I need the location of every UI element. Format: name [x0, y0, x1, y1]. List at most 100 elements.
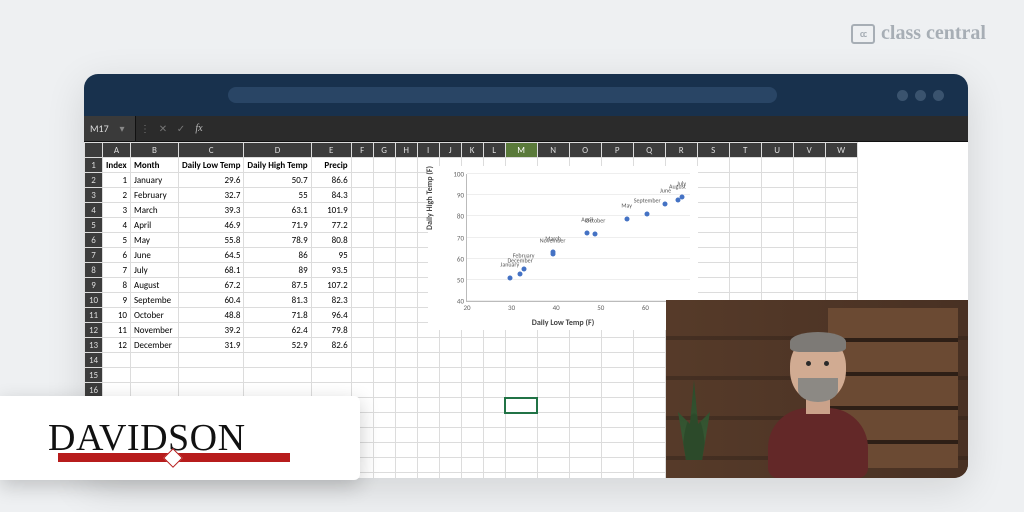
cell[interactable]: [395, 398, 417, 413]
cell[interactable]: [439, 368, 461, 383]
cell[interactable]: Daily Low Temp: [179, 158, 244, 173]
cell[interactable]: [439, 338, 461, 353]
cell[interactable]: 55: [244, 188, 311, 203]
cell[interactable]: [569, 443, 601, 458]
cell[interactable]: [417, 413, 439, 428]
cell[interactable]: [395, 383, 417, 398]
cell[interactable]: 86: [244, 248, 311, 263]
cell[interactable]: [569, 458, 601, 473]
cell[interactable]: [439, 473, 461, 479]
cell[interactable]: January: [131, 173, 179, 188]
cell[interactable]: [505, 338, 537, 353]
cell[interactable]: [461, 413, 483, 428]
cell[interactable]: [461, 458, 483, 473]
cell[interactable]: 79.8: [311, 323, 351, 338]
cell[interactable]: 71.8: [244, 308, 311, 323]
cell[interactable]: [439, 443, 461, 458]
cell[interactable]: [793, 278, 825, 293]
cell[interactable]: [373, 338, 395, 353]
cell[interactable]: [373, 473, 395, 479]
cell[interactable]: [417, 383, 439, 398]
cell[interactable]: [351, 338, 373, 353]
column-header[interactable]: T: [729, 143, 761, 158]
cell[interactable]: [417, 368, 439, 383]
cell[interactable]: [633, 368, 665, 383]
cell[interactable]: [483, 338, 505, 353]
cell[interactable]: [244, 368, 311, 383]
cell[interactable]: [825, 173, 857, 188]
cell[interactable]: [601, 368, 633, 383]
cell[interactable]: 82.3: [311, 293, 351, 308]
column-header[interactable]: W: [825, 143, 857, 158]
cell[interactable]: [729, 218, 761, 233]
cell[interactable]: [373, 263, 395, 278]
cell[interactable]: Month: [131, 158, 179, 173]
cell[interactable]: [633, 443, 665, 458]
cell[interactable]: [601, 383, 633, 398]
cell[interactable]: 63.1: [244, 203, 311, 218]
cell[interactable]: 29.6: [179, 173, 244, 188]
column-header[interactable]: U: [761, 143, 793, 158]
cell[interactable]: [351, 323, 373, 338]
row-header[interactable]: 15: [85, 368, 103, 383]
cell[interactable]: [103, 368, 131, 383]
cell[interactable]: [633, 428, 665, 443]
cell[interactable]: 6: [103, 248, 131, 263]
cell[interactable]: 52.9: [244, 338, 311, 353]
cell[interactable]: [793, 233, 825, 248]
column-header[interactable]: P: [601, 143, 633, 158]
cell[interactable]: [601, 443, 633, 458]
cell[interactable]: 82.6: [311, 338, 351, 353]
cell[interactable]: 67.2: [179, 278, 244, 293]
row-header[interactable]: 2: [85, 173, 103, 188]
cell[interactable]: [697, 248, 729, 263]
cell[interactable]: [697, 188, 729, 203]
cell[interactable]: [569, 353, 601, 368]
cell[interactable]: [537, 398, 569, 413]
cell[interactable]: [537, 428, 569, 443]
cell[interactable]: [537, 353, 569, 368]
cell[interactable]: February: [131, 188, 179, 203]
cell[interactable]: [633, 473, 665, 479]
cell[interactable]: [825, 278, 857, 293]
cell[interactable]: [131, 353, 179, 368]
column-header[interactable]: V: [793, 143, 825, 158]
cell[interactable]: [373, 308, 395, 323]
column-header[interactable]: J: [439, 143, 461, 158]
cell[interactable]: [351, 353, 373, 368]
cell[interactable]: [729, 248, 761, 263]
cell[interactable]: [395, 188, 417, 203]
cell[interactable]: November: [131, 323, 179, 338]
cell[interactable]: [761, 158, 793, 173]
cell[interactable]: [439, 383, 461, 398]
cell[interactable]: [395, 263, 417, 278]
cell[interactable]: [373, 188, 395, 203]
row-header[interactable]: 8: [85, 263, 103, 278]
cell[interactable]: [395, 323, 417, 338]
cell[interactable]: [351, 188, 373, 203]
cell[interactable]: [461, 473, 483, 479]
cell[interactable]: [537, 443, 569, 458]
cell[interactable]: [461, 398, 483, 413]
cell[interactable]: [439, 428, 461, 443]
cell[interactable]: [601, 338, 633, 353]
cell[interactable]: [351, 308, 373, 323]
cell[interactable]: 1: [103, 173, 131, 188]
cell[interactable]: [179, 353, 244, 368]
row-header[interactable]: 13: [85, 338, 103, 353]
cell[interactable]: [373, 383, 395, 398]
cell[interactable]: [569, 368, 601, 383]
cell[interactable]: 81.3: [244, 293, 311, 308]
fx-icon[interactable]: fx: [195, 123, 202, 134]
cell[interactable]: [483, 368, 505, 383]
cell[interactable]: October: [131, 308, 179, 323]
cell[interactable]: [395, 293, 417, 308]
cell[interactable]: [793, 173, 825, 188]
cell[interactable]: [537, 413, 569, 428]
cell[interactable]: [537, 383, 569, 398]
cell[interactable]: [825, 233, 857, 248]
cell[interactable]: 3: [103, 203, 131, 218]
cell[interactable]: [633, 413, 665, 428]
cell[interactable]: [461, 428, 483, 443]
cell[interactable]: May: [131, 233, 179, 248]
